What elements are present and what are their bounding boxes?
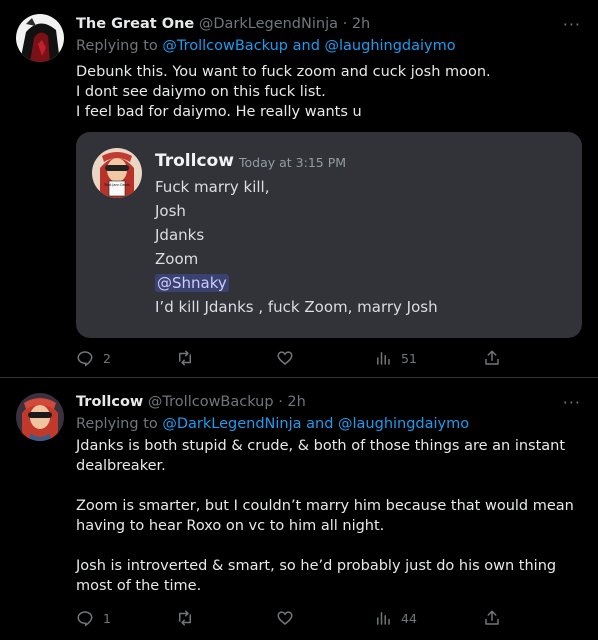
timestamp[interactable]: · 2h [278,394,306,410]
retweet-icon [179,610,191,626]
embed-author[interactable]: Trollcow [155,151,234,171]
replying-to-prefix: Replying to [76,38,163,54]
avatar-the-great-one[interactable] [16,14,64,62]
embed-line: Fuck marry kill, [155,178,270,196]
reply-button[interactable]: 1 [76,609,111,627]
reply-icon [77,351,93,367]
more-icon[interactable]: ··· [563,393,581,412]
tweet-line: Debunk this. You want to fuck zoom and c… [76,64,491,80]
reply-count: 1 [103,610,111,626]
share-button[interactable] [483,349,501,367]
retweet-icon [179,350,191,366]
more-icon[interactable]: ··· [563,15,581,34]
reply-icon [77,611,93,627]
like-button[interactable] [276,609,303,627]
views-count: 51 [401,350,417,366]
handle[interactable]: @TrollcowBackup [148,394,274,410]
like-button[interactable] [276,349,303,367]
tweet-actions: 1 44 [76,609,506,633]
views-icon [377,352,390,365]
replying-to-users[interactable]: @TrollcowBackup and @laughingdaiymo [162,38,455,54]
retweet-button[interactable] [176,349,203,367]
share-icon [485,350,499,365]
embed-timestamp: Today at 3:15 PM [239,155,347,170]
replying-to-prefix: Replying to [76,416,163,432]
avatar-sign-text: Total Jann Death [103,183,130,187]
like-icon [277,351,293,365]
embedded-discord-message[interactable]: Total Jann Death Trollcow Today at 3:15 … [76,132,582,338]
share-icon [485,610,499,625]
views-button[interactable]: 51 [374,349,417,367]
embed-line: Jdanks [155,226,205,244]
tweet-header: The Great One @DarkLegendNinja · 2h [76,16,370,32]
embed-line: I’d kill Jdanks , fuck Zoom, marry Josh [155,298,438,316]
tweet-actions: 2 51 [76,349,506,373]
embed-line: Zoom [155,250,199,268]
replying-to: Replying to @DarkLegendNinja and @laughi… [76,416,469,432]
replying-to-users[interactable]: @DarkLegendNinja and @laughingdaiymo [162,416,469,432]
views-icon [377,612,390,625]
tweet-paragraph: Josh is introverted & smart, so he’d pro… [76,558,557,594]
tweet-line: I feel bad for daiymo. He really wants u [76,104,362,120]
views-count: 44 [401,610,417,626]
share-button[interactable] [483,609,501,627]
like-icon [277,611,293,625]
handle[interactable]: @DarkLegendNinja [199,16,338,32]
retweet-button[interactable] [176,609,203,627]
timestamp[interactable]: · 2h [343,16,371,32]
tweet-text: Debunk this. You want to fuck zoom and c… [76,62,581,122]
display-name[interactable]: Trollcow [76,394,143,410]
tweet-2[interactable]: Trollcow @TrollcowBackup · 2h ··· Replyi… [0,378,598,640]
avatar-trollcow[interactable] [16,393,64,441]
tweet-line: I dont see daiymo on this fuck list. [76,84,326,100]
tweet-header: Trollcow @TrollcowBackup · 2h [76,394,306,410]
replying-to: Replying to @TrollcowBackup and @laughin… [76,38,456,54]
embed-content: Fuck marry kill, Josh Jdanks Zoom @Shnak… [155,175,438,319]
tweet-paragraph: Zoom is smarter, but I couldn’t marry hi… [76,498,574,534]
views-button[interactable]: 44 [374,609,417,627]
reply-button[interactable]: 2 [76,349,111,367]
tweet-text: Jdanks is both stupid & crude, & both of… [76,436,584,596]
display-name[interactable]: The Great One [76,16,194,32]
embed-avatar: Total Jann Death [92,148,142,198]
tweet-paragraph: Jdanks is both stupid & crude, & both of… [76,438,566,474]
reply-count: 2 [103,350,111,366]
tweet-1[interactable]: The Great One @DarkLegendNinja · 2h ··· … [0,0,598,377]
user-mention[interactable]: @Shnaky [155,274,229,292]
embed-line: Josh [155,202,186,220]
